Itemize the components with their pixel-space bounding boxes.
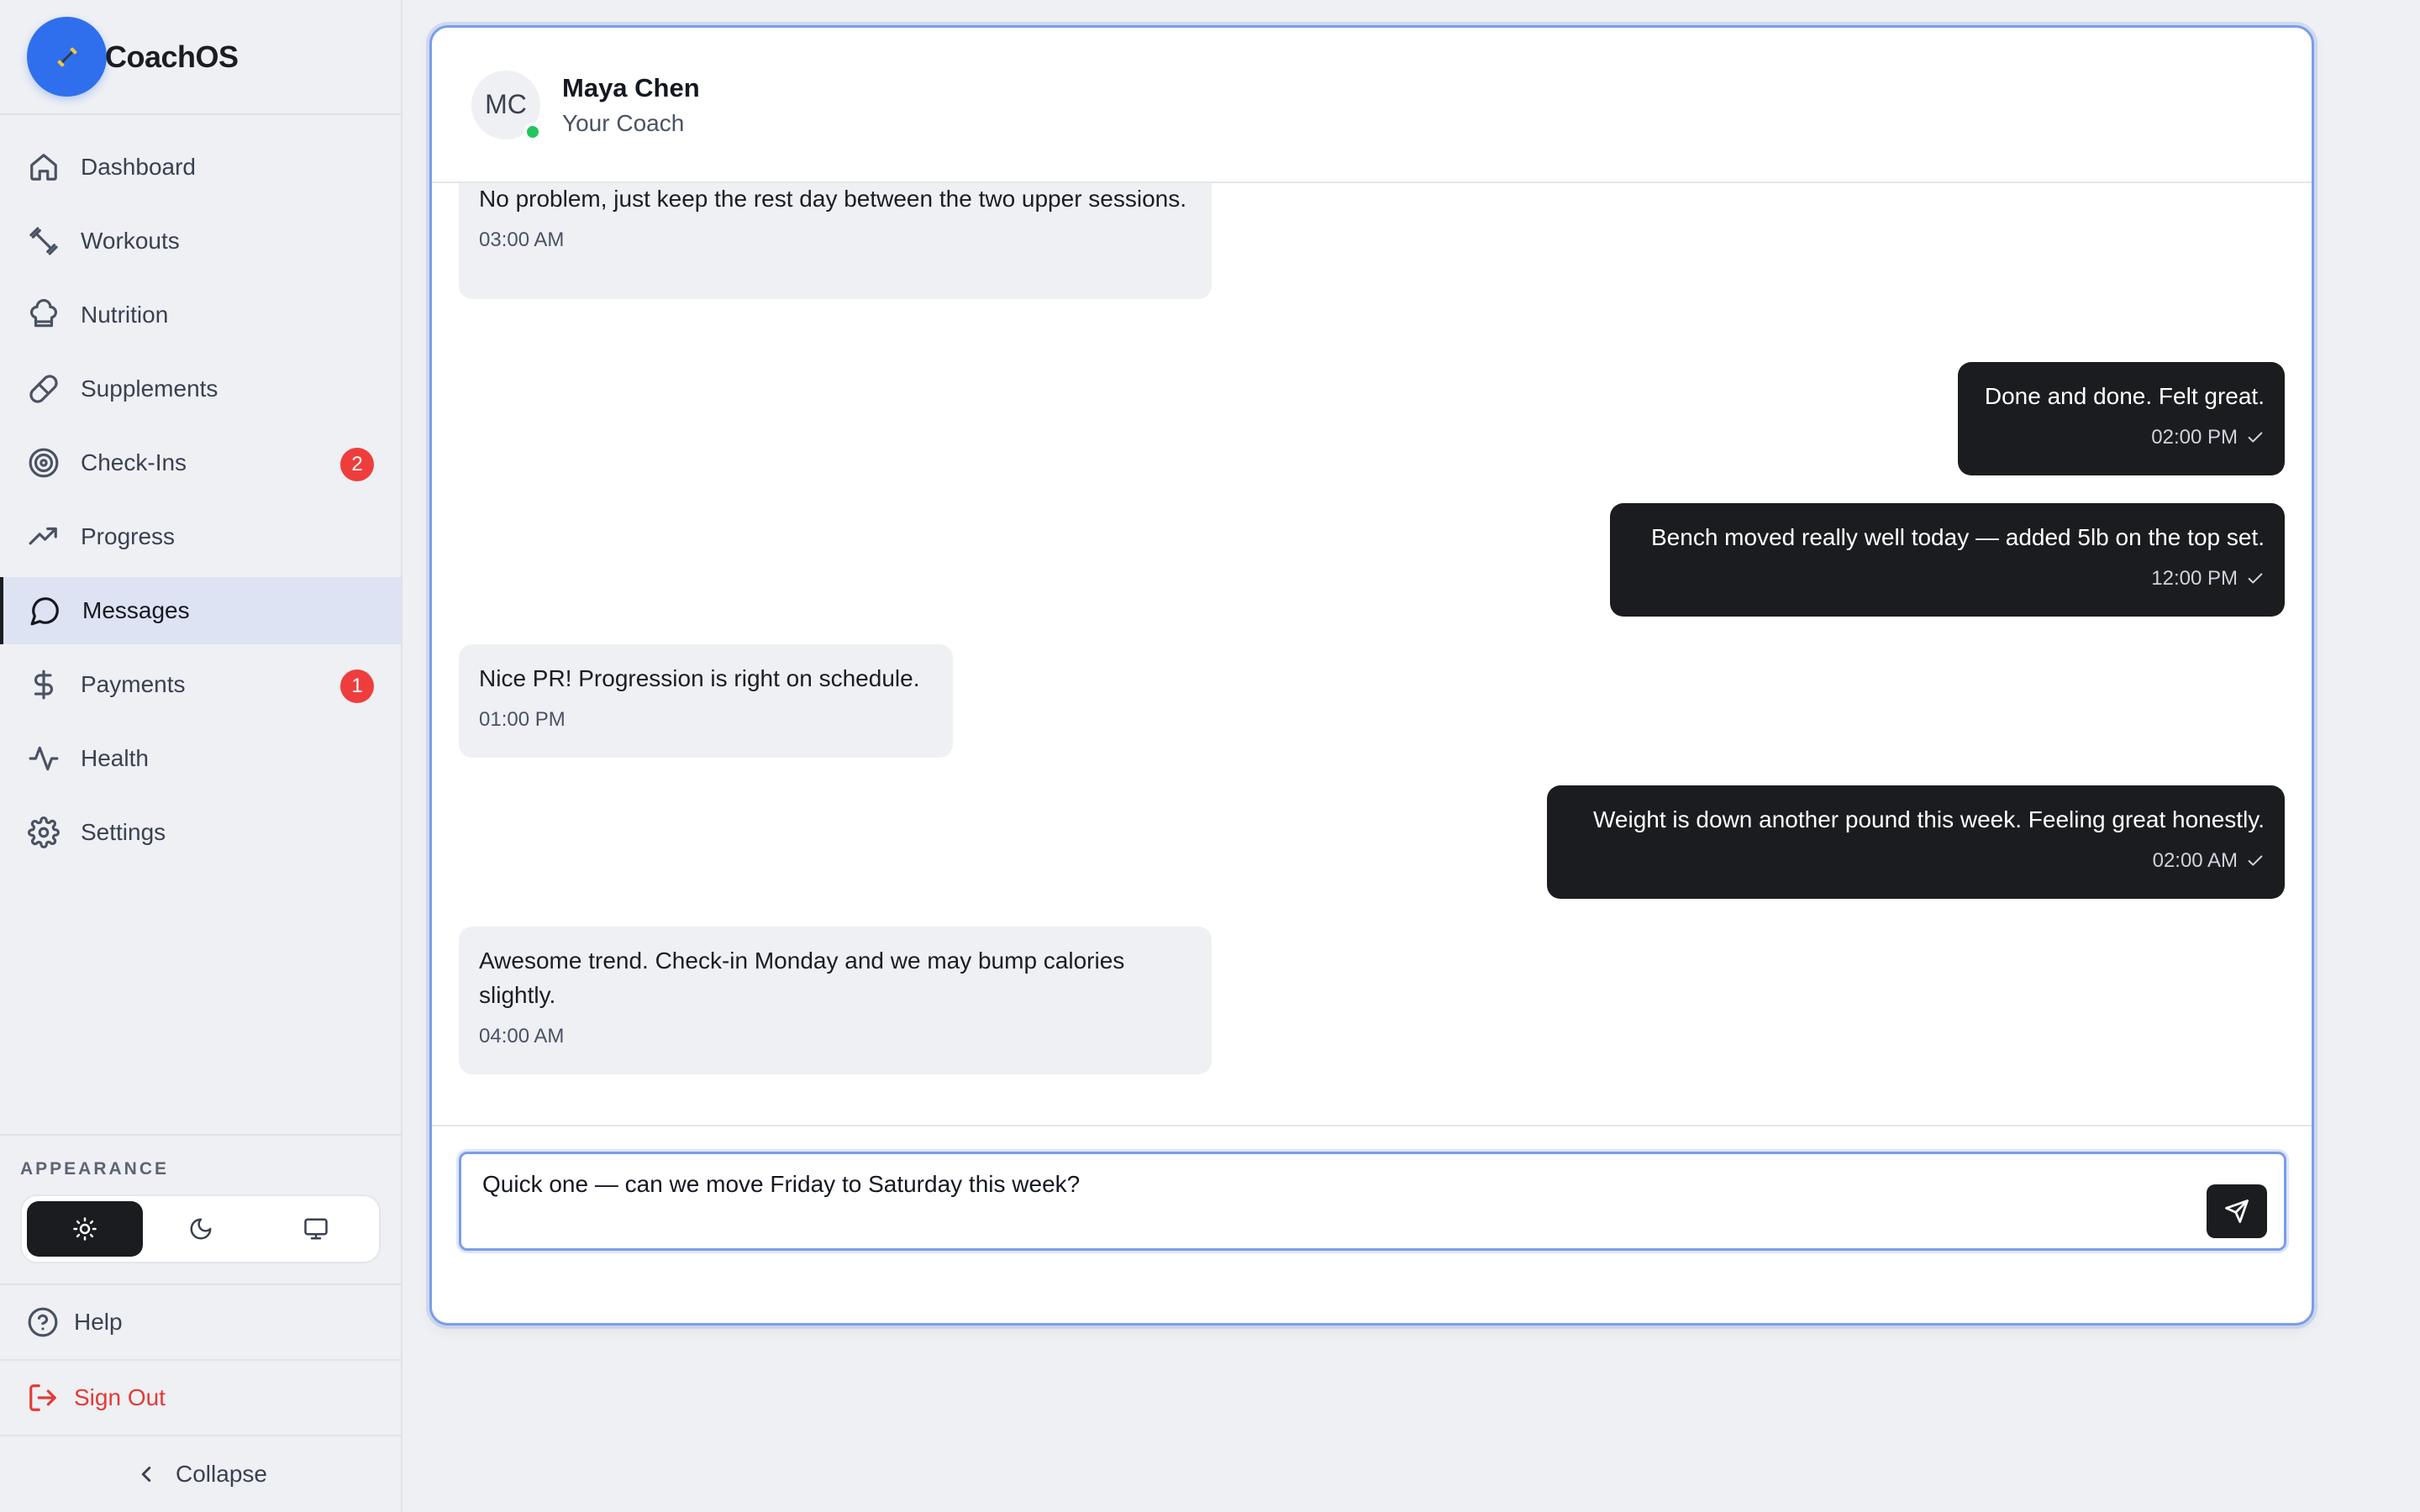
sidebar-item-settings[interactable]: Settings xyxy=(0,799,401,866)
chat-panel: MC Maya Chen Your Coach No problem, just… xyxy=(429,25,2314,1326)
dumbbell-logo-icon xyxy=(57,47,76,66)
message-text: Done and done. Felt great. xyxy=(1984,383,2265,409)
sidebar-item-label: Supplements xyxy=(81,375,218,402)
dollar-icon xyxy=(27,668,60,701)
message-text: Awesome trend. Check-in Monday and we ma… xyxy=(479,948,1125,1008)
check-icon xyxy=(2248,431,2263,443)
sidebar-item-progress[interactable]: Progress xyxy=(0,503,401,570)
trending-up-icon xyxy=(27,520,60,554)
sidebar-nav: Dashboard Workouts Nutrition Supplements… xyxy=(0,115,401,866)
chevron-left-icon xyxy=(141,1467,151,1482)
message-time: 03:00 AM xyxy=(479,228,565,251)
message-text: No problem, just keep the rest day betwe… xyxy=(479,186,1187,212)
message-time: 12:00 PM xyxy=(2151,567,2238,590)
message-meta: 02:00 PM xyxy=(1978,420,2265,454)
coach-name: Maya Chen xyxy=(562,72,700,102)
message-list[interactable]: No problem, just keep the rest day betwe… xyxy=(432,183,2312,1127)
theme-toggle xyxy=(20,1194,381,1263)
help-circle-icon xyxy=(28,1307,58,1337)
monitor-icon xyxy=(304,1218,328,1240)
dumbbell-icon xyxy=(27,224,60,258)
appearance-section: APPEARANCE xyxy=(0,1134,401,1285)
sidebar-item-messages[interactable]: Messages xyxy=(0,577,401,644)
app-logo[interactable] xyxy=(27,17,107,97)
log-out-icon xyxy=(29,1384,56,1411)
message-time: 02:00 PM xyxy=(2151,426,2238,449)
sidebar-item-workouts[interactable]: Workouts xyxy=(0,207,401,275)
sidebar-item-label: Dashboard xyxy=(81,154,196,180)
chat-header: MC Maya Chen Your Coach xyxy=(432,28,2312,183)
brand: CoachOS xyxy=(0,0,401,115)
message-text: Bench moved really well today — added 5l… xyxy=(1651,524,2265,550)
sidebar-item-label: Check-Ins xyxy=(81,449,187,475)
help-label: Help xyxy=(74,1309,123,1335)
sidebar-item-nutrition[interactable]: Nutrition xyxy=(0,281,401,349)
sidebar: CoachOS Dashboard Workouts Nutrition Sup… xyxy=(0,0,402,1512)
home-icon xyxy=(27,150,60,184)
message-incoming: No problem, just keep the rest day betwe… xyxy=(459,183,1212,299)
sidebar-item-supplements[interactable]: Supplements xyxy=(0,355,401,423)
message-outgoing: Weight is down another pound this week. … xyxy=(1547,785,2285,899)
message-text: Weight is down another pound this week. … xyxy=(1593,806,2265,832)
message-incoming: Nice PR! Progression is right on schedul… xyxy=(459,644,953,758)
target-icon xyxy=(27,446,60,480)
send-icon xyxy=(2225,1200,2249,1223)
appearance-label: APPEARANCE xyxy=(20,1159,170,1179)
collapse-label: Collapse xyxy=(176,1461,267,1487)
sidebar-item-dashboard[interactable]: Dashboard xyxy=(0,134,401,201)
notification-badge: 1 xyxy=(340,669,374,703)
check-icon xyxy=(2248,854,2263,866)
send-button[interactable] xyxy=(2207,1184,2267,1238)
coach-avatar: MC xyxy=(471,70,542,141)
message-incoming: Awesome trend. Check-in Monday and we ma… xyxy=(459,927,1212,1074)
message-outgoing: Bench moved really well today — added 5l… xyxy=(1610,503,2285,617)
message-text: Nice PR! Progression is right on schedul… xyxy=(479,665,920,691)
sidebar-item-label: Settings xyxy=(81,819,166,845)
sign-out-button[interactable]: Sign Out xyxy=(0,1361,401,1436)
sidebar-item-label: Payments xyxy=(81,671,186,697)
message-input-value: Quick one — can we move Friday to Saturd… xyxy=(482,1171,1081,1197)
message-meta: 12:00 PM xyxy=(1630,561,2265,596)
coach-role: Your Coach xyxy=(562,109,685,136)
sidebar-item-health[interactable]: Health xyxy=(0,725,401,792)
message-time: 04:00 AM xyxy=(479,1025,565,1047)
sidebar-item-label: Progress xyxy=(81,523,176,549)
sun-icon xyxy=(73,1217,97,1241)
gear-icon xyxy=(27,816,60,849)
sidebar-item-label: Workouts xyxy=(81,228,180,254)
message-time: 01:00 PM xyxy=(479,708,566,731)
message-time: 02:00 AM xyxy=(2152,849,2238,872)
help-link[interactable]: Help xyxy=(0,1285,401,1361)
moon-icon xyxy=(190,1218,211,1240)
composer-area: Quick one — can we move Friday to Saturd… xyxy=(432,1125,2312,1323)
coach-initials: MC xyxy=(485,89,527,119)
theme-dark-button[interactable] xyxy=(143,1201,259,1257)
sidebar-item-label: Messages xyxy=(82,597,190,623)
pill-icon xyxy=(27,372,60,406)
sidebar-item-label: Health xyxy=(81,745,149,771)
app-name: CoachOS xyxy=(105,39,239,74)
sidebar-item-label: Nutrition xyxy=(81,302,169,328)
message-meta: 02:00 AM xyxy=(1567,843,2265,878)
sidebar-item-check-ins[interactable]: Check-Ins 2 xyxy=(0,429,401,496)
coach-info: Maya Chen Your Coach xyxy=(562,73,700,137)
sign-out-label: Sign Out xyxy=(74,1384,166,1410)
online-status-indicator xyxy=(523,122,542,141)
message-circle-icon xyxy=(29,594,62,627)
sidebar-item-payments[interactable]: Payments 1 xyxy=(0,651,401,718)
collapse-button[interactable]: Collapse xyxy=(0,1436,401,1512)
theme-light-button[interactable] xyxy=(27,1201,143,1257)
activity-icon xyxy=(27,742,60,775)
message-outgoing: Done and done. Felt great. 02:00 PM xyxy=(1958,362,2285,475)
notification-badge: 2 xyxy=(340,448,374,481)
theme-system-button[interactable] xyxy=(258,1201,374,1257)
message-input[interactable]: Quick one — can we move Friday to Saturd… xyxy=(459,1152,2286,1251)
chef-hat-icon xyxy=(27,298,60,332)
check-icon xyxy=(2248,572,2263,584)
